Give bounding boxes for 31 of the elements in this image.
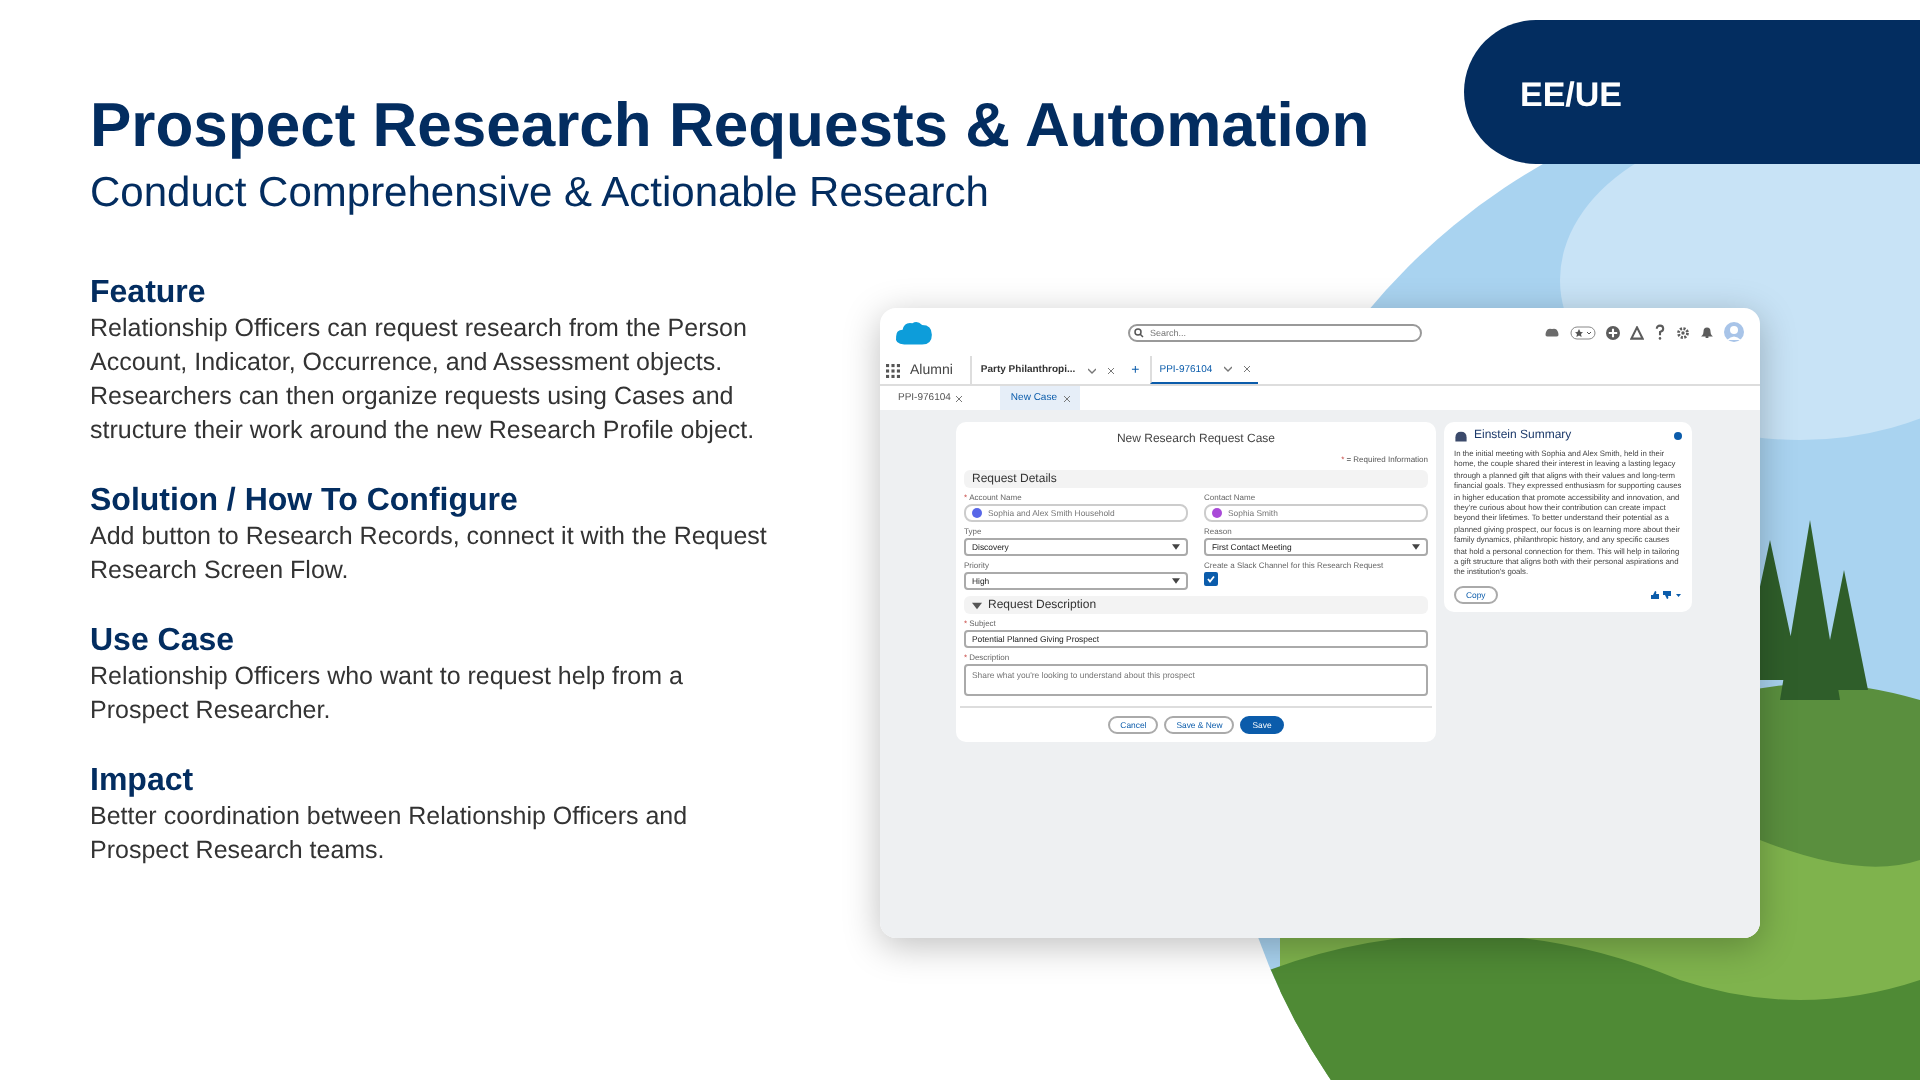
dropdown-icon [1172,578,1180,584]
category-badge: EE/UE [1464,20,1920,164]
cloud-logo-icon [894,319,934,345]
checkbox[interactable] [1204,572,1218,586]
close-icon[interactable] [1063,395,1069,401]
help-icon[interactable] [1654,324,1666,340]
settings-icon[interactable] [1676,325,1690,339]
section-heading: Solution / How To Configure [90,484,520,520]
close-icon[interactable] [1107,367,1114,373]
section-heading: Use Case [90,624,237,660]
chevron-icon [972,601,982,609]
section-text: Relationship Officers can request research from the Person Account, Indicator, Occurrence, and Assessment objects. Researchers can then organize requests using Cases and structure their work around the new Research Profile object. [90,312,757,448]
caret-icon[interactable] [1224,366,1233,372]
slide-subtitle: Conduct Comprehensive & Actionable Research [90,168,991,220]
caret-icon[interactable] [1087,367,1096,373]
section-heading: Impact [90,764,196,800]
bell-icon[interactable] [1700,325,1714,339]
thumbs-icon[interactable] [1650,589,1682,600]
plus-icon[interactable] [1606,325,1620,339]
section-heading: Feature [90,276,208,312]
section-text: Relationship Officers who want to request help from a Prospect Researcher. [90,660,685,728]
close-icon[interactable] [1244,366,1251,372]
dropdown-icon [1172,544,1180,550]
status-dot-icon [1674,432,1682,440]
app-launcher-icon[interactable] [886,363,900,377]
dropdown-icon [1412,544,1420,550]
favorites-icon[interactable] [1570,325,1596,339]
close-icon[interactable] [956,395,963,401]
slide-title: Prospect Research Requests & Automation [90,88,1370,164]
section-text: Add button to Research Records, connect it with the Request Research Screen Flow. [90,520,769,588]
section-text: Better coordination between Relationship Officers and Prospect Research teams. [90,800,690,868]
